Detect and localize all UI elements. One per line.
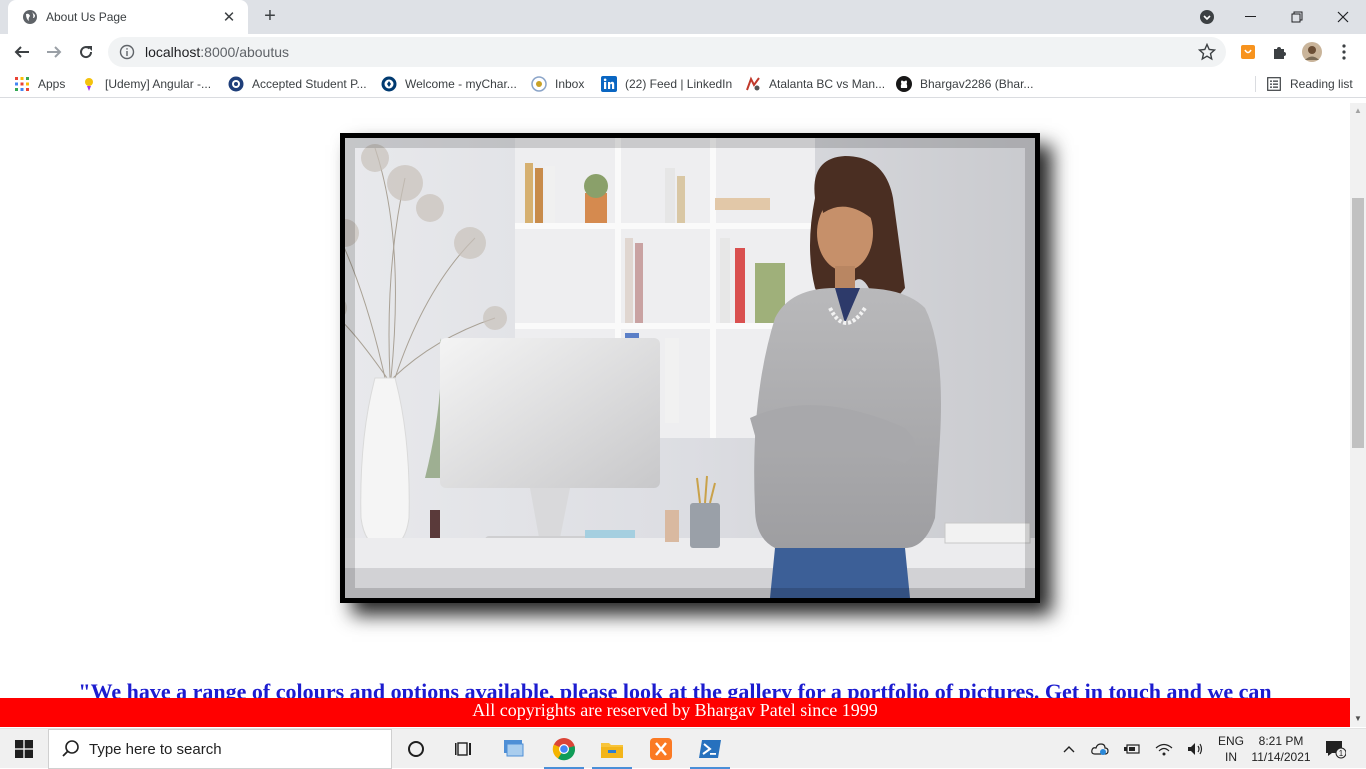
- desktop-app-icon[interactable]: [490, 729, 538, 769]
- bookmark-star-icon[interactable]: [1198, 43, 1216, 61]
- powershell-icon[interactable]: [686, 729, 734, 769]
- bookmark-github[interactable]: Bhargav2286 (Bhar...: [896, 74, 1033, 94]
- region-code: IN: [1225, 750, 1237, 764]
- action-center-icon[interactable]: 1: [1320, 729, 1350, 769]
- bookmark-udemy[interactable]: [Udemy] Angular -...: [81, 74, 211, 94]
- bookmark-label: [Udemy] Angular -...: [105, 77, 212, 91]
- close-tab-icon[interactable]: ✕: [220, 8, 238, 26]
- bookmark-linkedin[interactable]: (22) Feed | LinkedIn: [601, 74, 732, 94]
- footer-copyright: All copyrights are reserved by Bhargav P…: [0, 698, 1350, 727]
- extensions-puzzle-icon[interactable]: [1270, 42, 1290, 62]
- chrome-taskbar-icon[interactable]: [540, 729, 588, 769]
- forward-icon[interactable]: [42, 40, 66, 64]
- back-icon[interactable]: [10, 40, 34, 64]
- url-text: localhost:8000/aboutus: [145, 44, 289, 60]
- search-placeholder: Type here to search: [89, 740, 222, 758]
- charlotte-icon: [381, 76, 397, 92]
- page-viewport: "We have a range of colours and options …: [0, 103, 1350, 727]
- input-language-indicator[interactable]: ENG IN: [1214, 733, 1248, 765]
- restore-icon[interactable]: [1274, 0, 1320, 34]
- bookmark-atalanta[interactable]: Atalanta BC vs Man...: [745, 74, 885, 94]
- reading-list-label: Reading list: [1290, 77, 1353, 91]
- address-bar[interactable]: localhost:8000/aboutus: [108, 37, 1226, 67]
- language-code: ENG: [1217, 734, 1244, 748]
- taskbar-clock[interactable]: 8:21 PM 11/14/2021: [1250, 733, 1312, 765]
- windows-logo-icon: [15, 740, 33, 758]
- url-path: :8000/aboutus: [200, 44, 290, 60]
- bookmark-label: Apps: [38, 77, 66, 91]
- tab-strip: About Us Page ✕ +: [0, 0, 1366, 34]
- apps-grid-icon: [14, 76, 30, 92]
- scroll-up-arrow-icon[interactable]: ▲: [1350, 103, 1366, 119]
- bookmark-accepted-student[interactable]: Accepted Student P...: [228, 74, 367, 94]
- browser-toolbar: localhost:8000/aboutus: [0, 34, 1366, 70]
- close-window-icon[interactable]: [1320, 0, 1366, 34]
- minimize-icon[interactable]: [1228, 0, 1274, 34]
- bookmark-label: Inbox: [555, 77, 585, 91]
- url-host: localhost: [145, 44, 201, 60]
- battery-icon[interactable]: [1120, 729, 1144, 769]
- windows-start-button[interactable]: [0, 729, 48, 769]
- site-info-icon[interactable]: [119, 44, 135, 60]
- taskbar-search-box[interactable]: Type here to search: [48, 729, 392, 769]
- profile-avatar-icon[interactable]: [1302, 42, 1322, 62]
- search-icon: [62, 740, 79, 757]
- mail-icon: [531, 76, 547, 92]
- about-photo-frame: [340, 133, 1040, 603]
- university-seal-icon: [228, 76, 244, 92]
- bookmark-label: Accepted Student P...: [252, 77, 367, 91]
- bookmark-label: Bhargav2286 (Bhar...: [920, 77, 1034, 91]
- about-photo: [345, 138, 1035, 598]
- tab-about-us[interactable]: About Us Page ✕: [8, 0, 248, 34]
- notification-count: 1: [1339, 749, 1344, 758]
- tab-search-icon[interactable]: [1196, 8, 1218, 26]
- bookmark-mycharlotte[interactable]: Welcome - myChar...: [381, 74, 517, 94]
- udemy-icon: [81, 76, 97, 92]
- bookmark-apps[interactable]: Apps: [14, 74, 65, 94]
- football-icon: [745, 76, 761, 92]
- bookmark-label: Atalanta BC vs Man...: [769, 77, 886, 91]
- bookmarks-bar: Apps [Udemy] Angular -... Accepted Stude…: [0, 70, 1366, 98]
- scrollbar-thumb[interactable]: [1352, 198, 1364, 448]
- reading-list-button[interactable]: Reading list: [1266, 74, 1353, 94]
- clock-date: 11/14/2021: [1251, 750, 1311, 764]
- cortana-icon[interactable]: [392, 729, 440, 769]
- xampp-icon[interactable]: [637, 729, 685, 769]
- task-view-icon[interactable]: [440, 729, 488, 769]
- bookmark-label: (22) Feed | LinkedIn: [625, 77, 733, 91]
- volume-icon[interactable]: [1184, 729, 1208, 769]
- new-tab-button[interactable]: +: [258, 5, 282, 29]
- bookmark-label: Welcome - myChar...: [405, 77, 517, 91]
- reading-list-icon: [1266, 76, 1282, 92]
- onedrive-sync-icon[interactable]: [1088, 729, 1112, 769]
- file-explorer-icon[interactable]: [588, 729, 636, 769]
- scroll-down-arrow-icon[interactable]: ▼: [1350, 711, 1366, 727]
- clock-time: 8:21 PM: [1258, 734, 1304, 748]
- bookmarks-divider: [1255, 76, 1256, 92]
- wifi-icon[interactable]: [1152, 729, 1176, 769]
- show-hidden-icons-chevron-icon[interactable]: [1058, 729, 1080, 769]
- linkedin-icon: [601, 76, 617, 92]
- tab-title: About Us Page: [46, 10, 127, 24]
- bookmark-inbox[interactable]: Inbox: [531, 74, 584, 94]
- globe-icon: [22, 9, 38, 25]
- windows-taskbar: Type here to search ENG IN 8:21 PM 11/14…: [0, 728, 1366, 769]
- reload-icon[interactable]: [74, 40, 98, 64]
- more-menu-icon[interactable]: [1334, 42, 1354, 62]
- page-scrollbar[interactable]: ▲ ▼: [1350, 103, 1366, 727]
- github-icon: [896, 76, 912, 92]
- honey-extension-icon[interactable]: [1238, 42, 1258, 62]
